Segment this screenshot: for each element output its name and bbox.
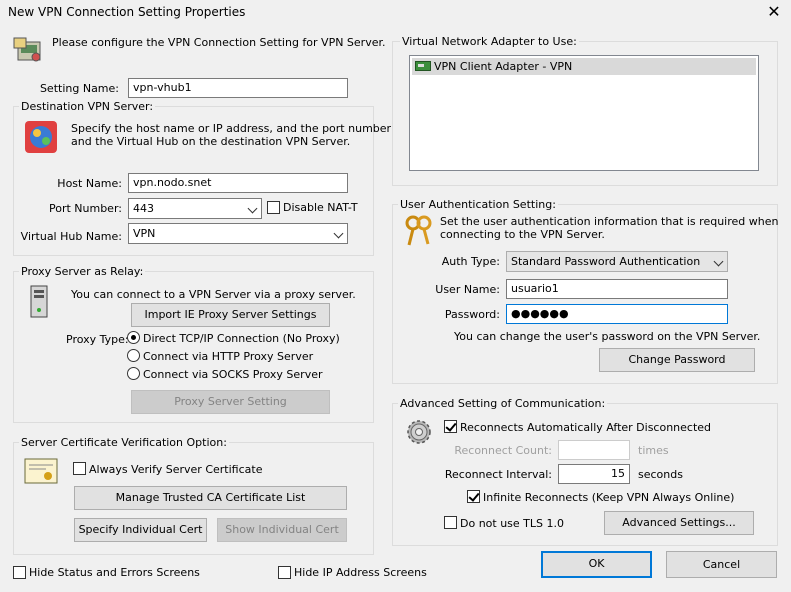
virtual-hub-label: Virtual Hub Name:: [20, 230, 122, 243]
password-label: Password:: [444, 308, 500, 321]
user-name-input[interactable]: usuario1: [506, 279, 728, 299]
destination-desc-2: and the Virtual Hub on the destination V…: [71, 135, 351, 148]
virtual-hub-value: VPN: [133, 227, 156, 240]
auth-type-combo[interactable]: Standard Password Authentication: [506, 251, 728, 272]
reconnect-count-label: Reconnect Count:: [454, 444, 552, 457]
specify-individual-cert-button[interactable]: Specify Individual Cert: [74, 518, 207, 542]
settings-icon: [12, 34, 44, 66]
password-hint: You can change the user's password on th…: [454, 330, 761, 343]
advanced-group-label: Advanced Setting of Communication:: [398, 397, 608, 410]
port-number-value: 443: [133, 202, 154, 215]
window-title: New VPN Connection Setting Properties: [8, 5, 246, 19]
hide-ip-label[interactable]: Hide IP Address Screens: [294, 566, 427, 579]
always-verify-checkbox[interactable]: [73, 462, 86, 475]
auth-desc-1: Set the user authentication information …: [440, 215, 779, 228]
cancel-button[interactable]: Cancel: [666, 551, 777, 578]
host-name-label: Host Name:: [57, 177, 122, 190]
advanced-settings-button[interactable]: Advanced Settings...: [604, 511, 754, 535]
proxy-http-radio[interactable]: [127, 349, 140, 362]
disable-nat-t-label[interactable]: Disable NAT-T: [283, 201, 358, 214]
adapter-group-label: Virtual Network Adapter to Use:: [400, 35, 579, 48]
auth-desc-2: connecting to the VPN Server.: [440, 228, 605, 241]
no-tls10-checkbox[interactable]: [444, 516, 457, 529]
always-verify-label[interactable]: Always Verify Server Certificate: [89, 463, 262, 476]
port-number-label: Port Number:: [48, 202, 122, 215]
network-adapter-icon: [415, 60, 431, 72]
show-individual-cert-button[interactable]: Show Individual Cert: [217, 518, 347, 542]
gear-icon: [403, 416, 435, 448]
auth-type-label: Auth Type:: [441, 255, 500, 268]
no-tls10-label[interactable]: Do not use TLS 1.0: [460, 517, 564, 530]
hide-ip-checkbox[interactable]: [278, 566, 291, 579]
proxy-socks-radio[interactable]: [127, 367, 140, 380]
import-ie-proxy-button[interactable]: Import IE Proxy Server Settings: [131, 303, 330, 327]
keys-icon: [402, 214, 434, 248]
server-globe-icon: [24, 120, 58, 154]
auth-group-label: User Authentication Setting:: [398, 198, 558, 211]
auth-type-value: Standard Password Authentication: [511, 255, 701, 268]
host-name-input[interactable]: vpn.nodo.snet: [128, 173, 348, 193]
proxy-http-label[interactable]: Connect via HTTP Proxy Server: [143, 350, 313, 363]
chevron-down-icon: [713, 256, 724, 267]
user-name-label: User Name:: [435, 283, 500, 296]
proxy-type-label: Proxy Type:: [66, 333, 129, 346]
proxy-desc: You can connect to a VPN Server via a pr…: [71, 288, 356, 301]
destination-desc-1: Specify the host name or IP address, and…: [71, 122, 392, 135]
proxy-socks-label[interactable]: Connect via SOCKS Proxy Server: [143, 368, 323, 381]
adapter-list[interactable]: VPN Client Adapter - VPN: [409, 55, 759, 171]
adapter-item-label: VPN Client Adapter - VPN: [434, 60, 573, 73]
change-password-button[interactable]: Change Password: [599, 348, 755, 372]
password-input[interactable]: ●●●●●●: [506, 304, 728, 324]
infinite-reconnect-checkbox[interactable]: [467, 490, 480, 503]
destination-group-label: Destination VPN Server:: [19, 100, 156, 113]
proxy-direct-label[interactable]: Direct TCP/IP Connection (No Proxy): [143, 332, 340, 345]
manage-trusted-ca-button[interactable]: Manage Trusted CA Certificate List: [74, 486, 347, 510]
disable-nat-t-checkbox[interactable]: [267, 201, 280, 214]
ok-button[interactable]: OK: [541, 551, 652, 578]
setting-name-input[interactable]: vpn-vhub1: [128, 78, 348, 98]
reconnect-interval-label: Reconnect Interval:: [444, 468, 552, 481]
certificate-icon: [24, 458, 58, 484]
hide-status-checkbox[interactable]: [13, 566, 26, 579]
reconnect-interval-input[interactable]: 15: [558, 464, 630, 484]
reconnect-auto-label[interactable]: Reconnects Automatically After Disconnec…: [460, 421, 711, 434]
proxy-group-label: Proxy Server as Relay:: [19, 265, 146, 278]
adapter-list-item[interactable]: VPN Client Adapter - VPN: [412, 58, 756, 75]
setting-name-label: Setting Name:: [39, 82, 119, 95]
intro-text: Please configure the VPN Connection Sett…: [52, 36, 386, 49]
reconnect-auto-checkbox[interactable]: [444, 420, 457, 433]
port-number-combo[interactable]: 443: [128, 198, 262, 219]
virtual-hub-combo[interactable]: VPN: [128, 223, 348, 244]
proxy-server-icon: [29, 285, 51, 319]
reconnect-interval-unit: seconds: [638, 468, 683, 481]
reconnect-count-unit: times: [638, 444, 669, 457]
close-button[interactable]: ✕: [764, 2, 784, 22]
chevron-down-icon: [247, 203, 258, 214]
reconnect-count-input[interactable]: [558, 440, 630, 460]
certificate-group-label: Server Certificate Verification Option:: [19, 436, 229, 449]
chevron-down-icon: [333, 228, 344, 239]
hide-status-label[interactable]: Hide Status and Errors Screens: [29, 566, 200, 579]
proxy-server-setting-button[interactable]: Proxy Server Setting: [131, 390, 330, 414]
infinite-reconnect-label[interactable]: Infinite Reconnects (Keep VPN Always Onl…: [483, 491, 734, 504]
proxy-direct-radio[interactable]: [127, 331, 140, 344]
